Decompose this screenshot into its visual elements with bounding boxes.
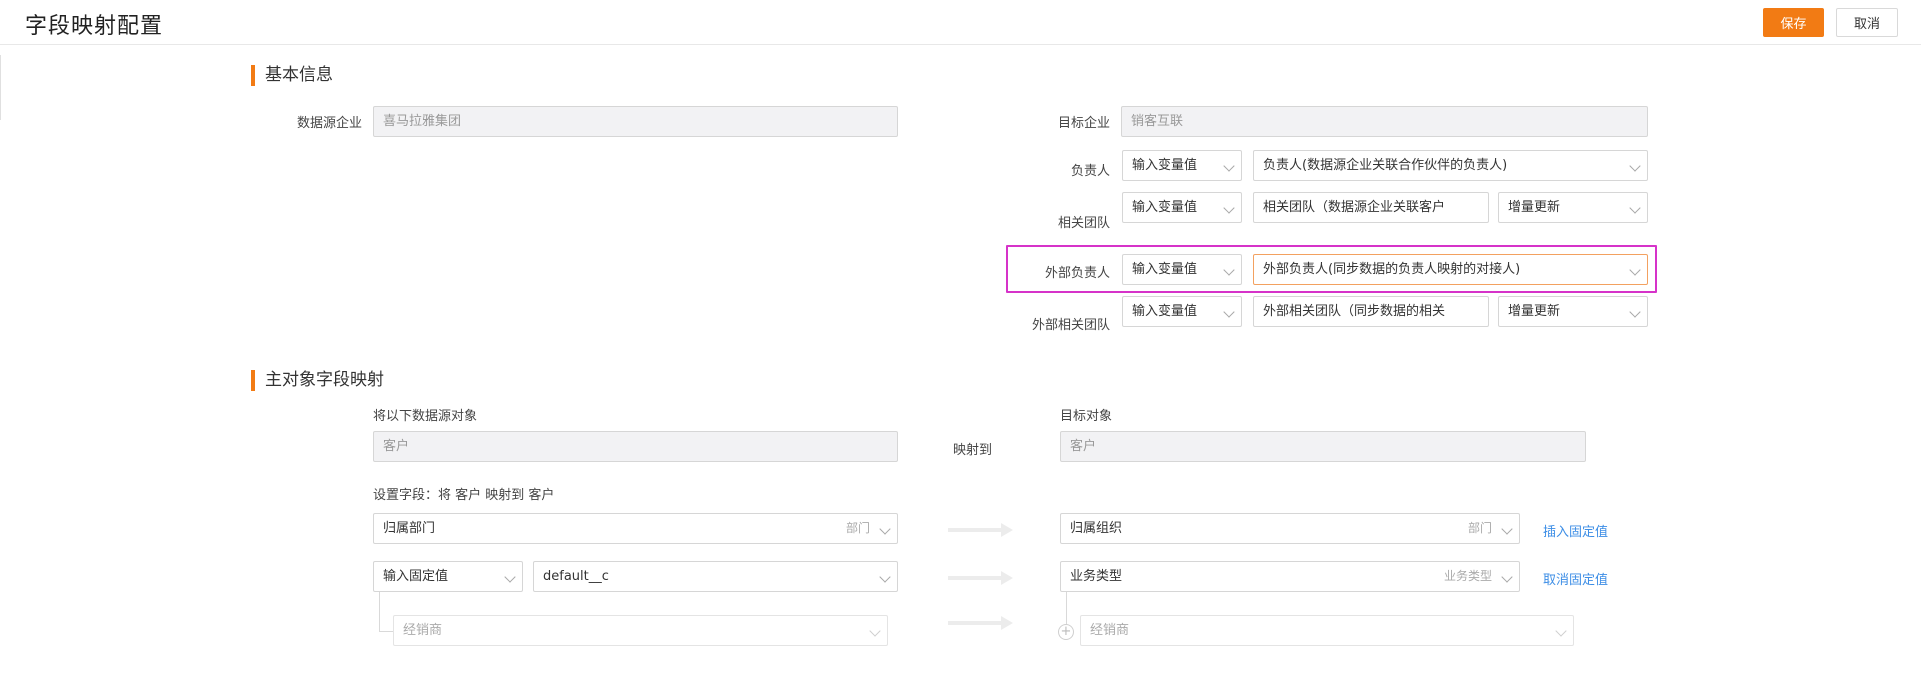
tree-connector (379, 631, 393, 632)
source-object-field: 客户 (373, 431, 898, 462)
save-button[interactable]: 保存 (1763, 8, 1824, 37)
section-title-basic-info: 基本信息 (251, 64, 333, 86)
map-to-label: 映射到 (953, 443, 993, 458)
external-owner-value-select[interactable]: 外部负责人(同步数据的负责人映射的对接人) (1253, 254, 1648, 285)
team-update-select[interactable]: 增量更新 (1498, 192, 1648, 223)
source-fixed-value-select[interactable]: default__c (533, 561, 898, 592)
target-field-business-type-value: 业务类型 (1070, 569, 1123, 584)
chevron-down-icon (1629, 202, 1641, 214)
chevron-down-icon (869, 625, 881, 637)
chevron-down-icon (1223, 264, 1235, 276)
chevron-down-icon (1629, 264, 1641, 276)
external-owner-mode-select[interactable]: 输入变量值 (1122, 254, 1242, 285)
target-field-business-type-select[interactable]: 业务类型 业务类型 (1060, 561, 1520, 592)
target-company-value: 销客互联 (1131, 114, 1184, 129)
target-object-value: 客户 (1070, 439, 1097, 454)
source-object-label: 将以下数据源对象 (373, 409, 478, 424)
arrow-right-icon (948, 616, 1013, 630)
owner-mode-value: 输入变量值 (1132, 158, 1198, 173)
arrow-right-icon (948, 571, 1013, 585)
chevron-down-icon (879, 523, 891, 535)
insert-fixed-value-link[interactable]: 插入固定值 (1543, 521, 1608, 540)
top-bar: 字段映射配置 保存 取消 (0, 0, 1921, 45)
chevron-down-icon (1223, 306, 1235, 318)
external-team-mode-value: 输入变量值 (1132, 304, 1198, 319)
target-company-label: 目标企业 (1057, 116, 1110, 131)
owner-mode-select[interactable]: 输入变量值 (1122, 150, 1242, 181)
target-object-field: 客户 (1060, 431, 1586, 462)
team-value-select[interactable]: 相关团队（数据源企业关联客户 (1253, 192, 1489, 223)
source-company-field: 喜马拉雅集团 (373, 106, 898, 137)
target-field-org-hint: 部门 (1467, 521, 1492, 535)
external-team-update-value: 增量更新 (1508, 304, 1561, 319)
owner-value-select[interactable]: 负责人(数据源企业关联合作伙伴的负责人) (1253, 150, 1648, 181)
chevron-down-icon (1629, 160, 1641, 172)
chevron-down-icon (879, 571, 891, 583)
add-icon[interactable]: + (1058, 624, 1074, 640)
section-title-mapping: 主对象字段映射 (251, 369, 384, 391)
team-mode-select[interactable]: 输入变量值 (1122, 192, 1242, 223)
chevron-down-icon (1629, 306, 1641, 318)
team-value: 相关团队（数据源企业关联客户 (1263, 200, 1446, 215)
external-owner-label: 外部负责人 (1044, 266, 1110, 281)
owner-value: 负责人(数据源企业关联合作伙伴的负责人) (1263, 158, 1508, 173)
source-company-label: 数据源企业 (296, 116, 362, 131)
source-mode-fixed-select[interactable]: 输入固定值 (373, 561, 523, 592)
chevron-down-icon (504, 571, 516, 583)
chevron-down-icon (1501, 523, 1513, 535)
team-update-value: 增量更新 (1508, 200, 1561, 215)
source-fixed-value: default__c (543, 569, 609, 584)
team-mode-value: 输入变量值 (1132, 200, 1198, 215)
page-title: 字段映射配置 (25, 14, 164, 39)
source-sub-option-select[interactable]: 经销商 (393, 615, 888, 646)
external-team-label: 外部相关团队 (1031, 318, 1110, 333)
set-fields-label: 设置字段：将 客户 映射到 客户 (373, 488, 555, 503)
team-label: 相关团队 (1057, 216, 1110, 231)
external-team-value-select[interactable]: 外部相关团队（同步数据的相关 (1253, 296, 1489, 327)
source-company-value: 喜马拉雅集团 (383, 114, 462, 129)
source-mode-fixed-value: 输入固定值 (383, 569, 449, 584)
left-divider (0, 55, 1, 120)
external-owner-mode-value: 输入变量值 (1132, 262, 1198, 277)
external-team-mode-select[interactable]: 输入变量值 (1122, 296, 1242, 327)
target-sub-option-value: 经销商 (1090, 623, 1130, 638)
chevron-down-icon (1501, 571, 1513, 583)
target-sub-option-select[interactable]: 经销商 (1080, 615, 1574, 646)
cancel-fixed-value-link[interactable]: 取消固定值 (1543, 569, 1608, 588)
cancel-button[interactable]: 取消 (1836, 8, 1898, 37)
owner-label: 负责人 (1070, 164, 1110, 179)
target-field-business-type-hint: 业务类型 (1443, 569, 1492, 583)
target-object-label: 目标对象 (1060, 409, 1113, 424)
arrow-right-icon (948, 523, 1013, 537)
source-field-department-value: 归属部门 (383, 521, 436, 536)
chevron-down-icon (1223, 160, 1235, 172)
source-sub-option-value: 经销商 (403, 623, 443, 638)
target-field-org-value: 归属组织 (1070, 521, 1123, 536)
external-team-value: 外部相关团队（同步数据的相关 (1263, 304, 1446, 319)
source-object-value: 客户 (383, 439, 410, 454)
chevron-down-icon (1555, 625, 1567, 637)
external-owner-value: 外部负责人(同步数据的负责人映射的对接人) (1263, 262, 1521, 277)
tree-connector (379, 592, 380, 631)
external-team-update-select[interactable]: 增量更新 (1498, 296, 1648, 327)
source-field-department-select[interactable]: 归属部门 部门 (373, 513, 898, 544)
source-field-department-hint: 部门 (845, 521, 870, 535)
chevron-down-icon (1223, 202, 1235, 214)
target-field-org-select[interactable]: 归属组织 部门 (1060, 513, 1520, 544)
target-company-field: 销客互联 (1121, 106, 1648, 137)
